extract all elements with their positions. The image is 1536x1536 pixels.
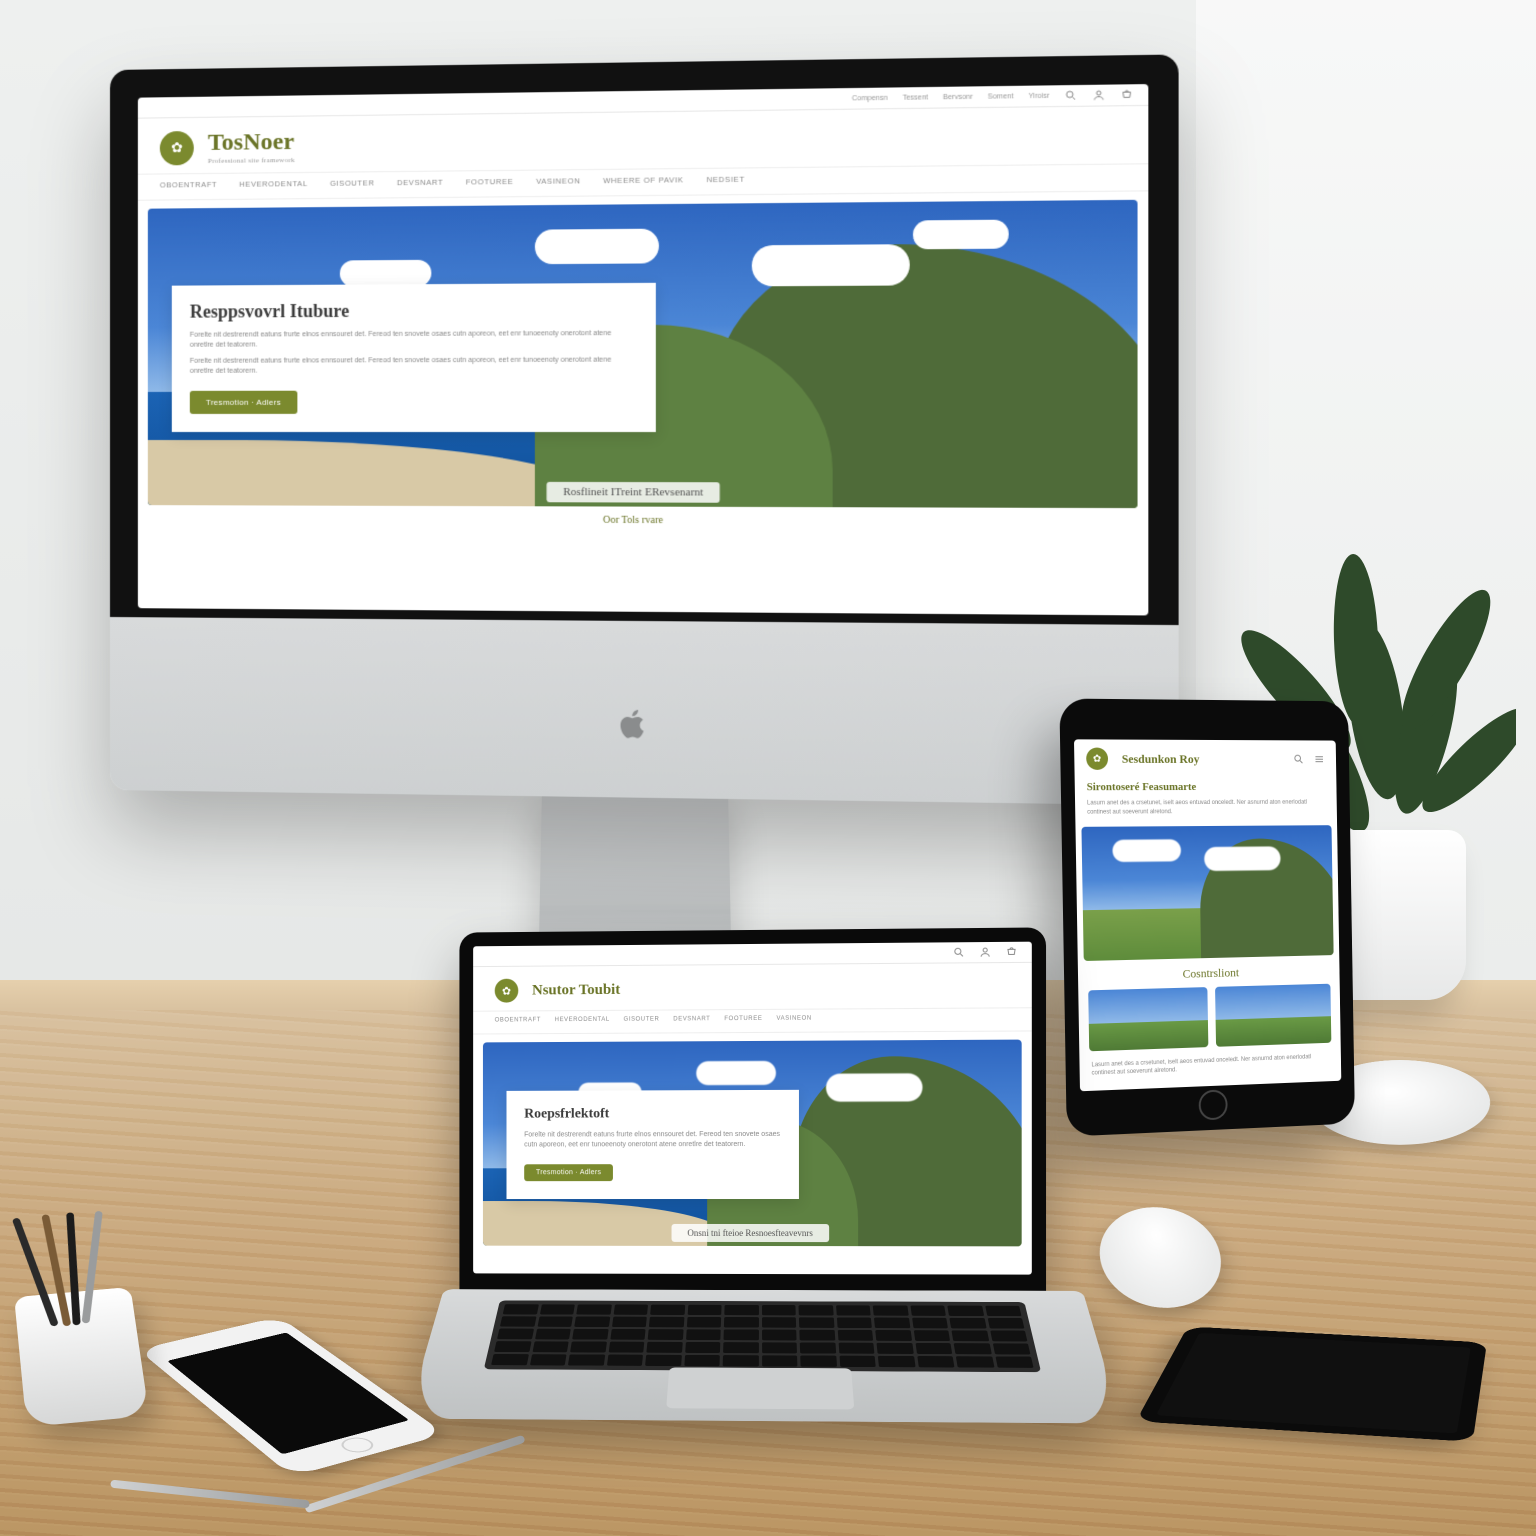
hero-card: Roepsfrlektoft Forelte nit destrerendt e… — [506, 1090, 799, 1200]
nav-item[interactable]: Nedsiet — [706, 175, 744, 185]
website-desktop: Compensn Tessent Bervsonr Soment Yiroisr… — [138, 84, 1148, 615]
trackpad[interactable] — [666, 1367, 854, 1409]
macbook: ✿ Nsutor Toubit Oboentraft Heverodental … — [444, 927, 1063, 1482]
thumbnail[interactable] — [1088, 987, 1208, 1051]
tablet-intro-body: Lasurn anet des a crsetunet, iselt aeos … — [1087, 800, 1307, 815]
nav-item[interactable]: Devsnart — [673, 1016, 710, 1022]
utility-link[interactable]: Tessent — [903, 94, 929, 102]
cart-icon[interactable] — [1120, 88, 1133, 101]
nav-item[interactable]: Gisouter — [624, 1017, 660, 1023]
macbook-base — [406, 1289, 1121, 1423]
user-icon[interactable] — [979, 946, 991, 958]
brand-tagline: Professional site framework — [208, 156, 295, 165]
logo-icon[interactable]: ✿ — [1086, 748, 1108, 770]
nav-item[interactable]: Heverodental — [555, 1017, 610, 1023]
utility-link[interactable]: Yiroisr — [1028, 92, 1049, 100]
site-header: ✿ Sesdunkon Roy — [1074, 739, 1336, 774]
brand-name[interactable]: Nsutor Toubit — [532, 981, 620, 999]
hero-cta-button[interactable]: Tresmotion · Adlers — [524, 1165, 613, 1182]
primary-nav: Oboentraft Heverodental Gisouter Devsnar… — [473, 1007, 1032, 1034]
hero-cta-button[interactable]: Tresmotion · Adlers — [190, 391, 297, 414]
nav-item[interactable]: Gisouter — [330, 178, 375, 188]
utility-link[interactable]: Compensn — [852, 94, 888, 102]
website-laptop: ✿ Nsutor Toubit Oboentraft Heverodental … — [473, 942, 1032, 1275]
home-button[interactable] — [336, 1435, 380, 1455]
hero: Resppsvovrl Itubure Forelte nit destrere… — [148, 200, 1138, 508]
nav-item[interactable]: Oboentraft — [160, 180, 217, 190]
search-icon[interactable] — [953, 946, 965, 958]
keyboard[interactable] — [484, 1300, 1041, 1372]
user-icon[interactable] — [1092, 89, 1105, 102]
menu-icon[interactable] — [1314, 753, 1325, 765]
cart-icon[interactable] — [1005, 946, 1017, 958]
hero-caption: Onsni tni fteioe Resnoesfteavevnrs — [672, 1224, 829, 1242]
hero — [1081, 825, 1333, 960]
hero: Roepsfrlektoft Forelte nit destrerendt e… — [483, 1040, 1022, 1246]
logo-icon[interactable]: ✿ — [160, 130, 194, 164]
hero-card: Resppsvovrl Itubure Forelte nit destrere… — [172, 283, 656, 433]
utility-link[interactable]: Bervsonr — [943, 93, 973, 101]
hero-body: Forelte nit destrerendt eatuns frurte el… — [524, 1130, 781, 1151]
hero-title: Resppsvovrl Itubure — [190, 299, 637, 322]
nav-item[interactable]: Devsnart — [397, 178, 443, 188]
nav-item[interactable]: Vasineon — [776, 1016, 811, 1022]
apple-logo-icon — [614, 706, 651, 743]
nav-item[interactable]: Footuree — [724, 1016, 762, 1022]
tablet-body: Lasurn anet des a crsetunet, iselt aeos … — [1079, 1048, 1341, 1083]
tablet-intro: Sirontoseré Feasumarte Lasurn anet des a… — [1075, 774, 1337, 821]
nav-item[interactable]: Heverodental — [239, 179, 307, 189]
search-icon[interactable] — [1293, 753, 1304, 765]
nav-item[interactable]: Vasineon — [536, 176, 580, 186]
hero-body: Forelte nit destrerendt eatuns frurte el… — [190, 356, 637, 378]
pen-cup — [14, 1287, 149, 1427]
tablet-flat — [1136, 1326, 1487, 1441]
hero-caption: Rosflineit ITreint ERevsenarnt — [547, 482, 720, 503]
ipad: ✿ Sesdunkon Roy Sirontoseré Feasumarte L… — [1059, 698, 1355, 1136]
nav-item[interactable]: Footuree — [466, 177, 514, 187]
hero-body: Forelte nit destrerendt eatuns frurte el… — [190, 329, 637, 351]
tablet-intro-title: Sirontoseré Feasumarte — [1087, 780, 1326, 796]
sub-note: Oor Tols rvare — [138, 513, 1148, 528]
scene: Compensn Tessent Bervsonr Soment Yiroisr… — [0, 0, 1536, 1536]
home-button[interactable] — [1199, 1089, 1228, 1120]
imac: Compensn Tessent Bervsonr Soment Yiroisr… — [110, 54, 1179, 805]
hero-title: Roepsfrlektoft — [524, 1106, 781, 1123]
thumbnail[interactable] — [1215, 983, 1331, 1046]
site-header: ✿ TosNoer Professional site framework — [138, 106, 1148, 174]
logo-icon[interactable]: ✿ — [495, 979, 519, 1003]
thumbnail-row — [1078, 983, 1340, 1051]
nav-item[interactable]: Wheere of Pavik — [603, 175, 683, 185]
search-icon[interactable] — [1064, 89, 1077, 102]
utility-link[interactable]: Soment — [988, 93, 1014, 101]
nav-item[interactable]: Oboentraft — [495, 1017, 541, 1023]
section-title: Cosntrsliont — [1078, 962, 1340, 984]
website-tablet: ✿ Sesdunkon Roy Sirontoseré Feasumarte L… — [1074, 739, 1341, 1091]
brand-name[interactable]: TosNoer Professional site framework — [208, 129, 295, 165]
brand-name[interactable]: Sesdunkon Roy — [1122, 751, 1200, 766]
site-header: ✿ Nsutor Toubit — [473, 963, 1032, 1011]
